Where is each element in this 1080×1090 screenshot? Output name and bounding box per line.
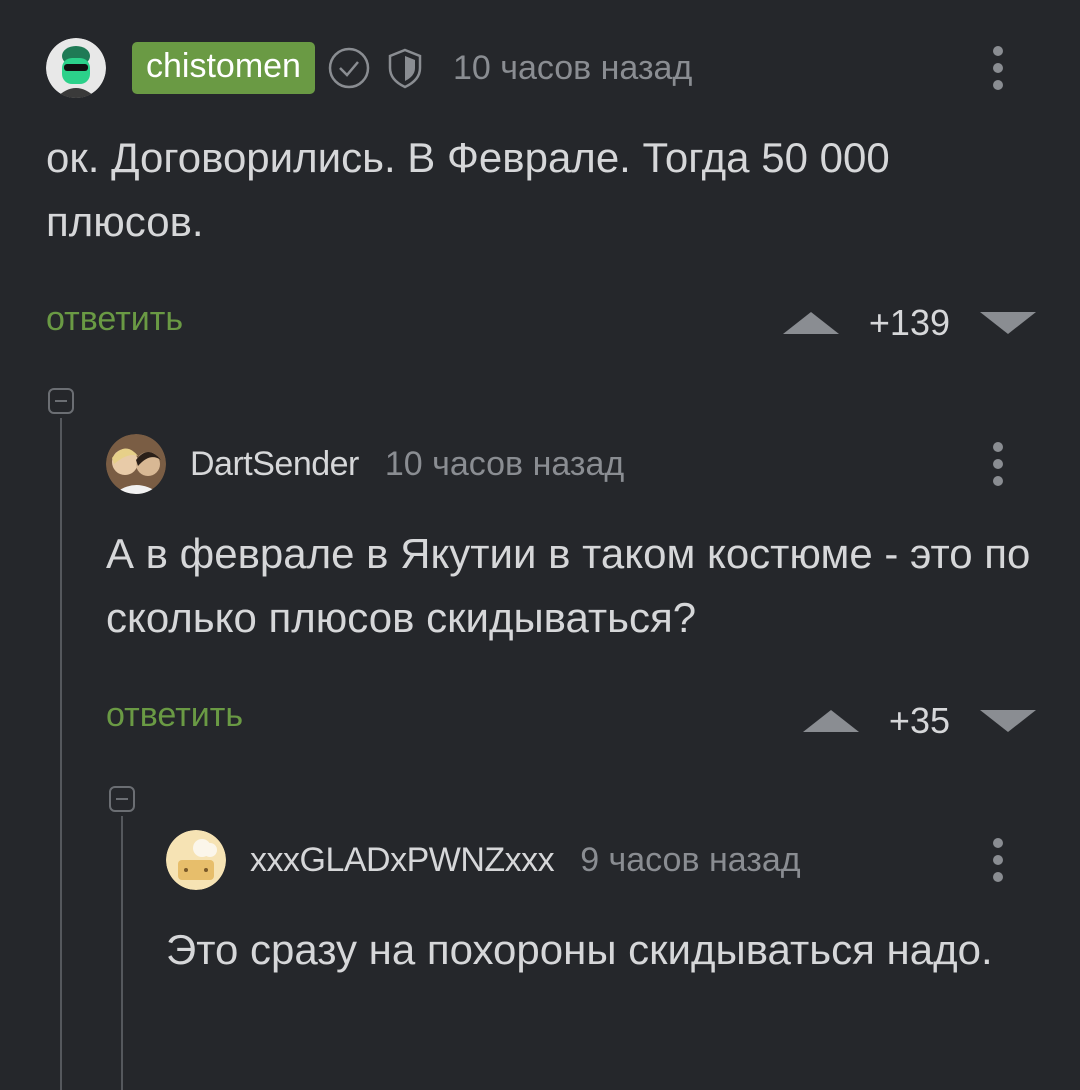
username-badge[interactable]: chistomen	[132, 42, 315, 94]
thread-line[interactable]	[60, 418, 62, 1090]
vote-controls: +35	[802, 700, 1036, 742]
avatar[interactable]	[46, 38, 106, 98]
comment-thread: chistomen 10 часов назад ок. Договорилис…	[0, 0, 1080, 1090]
avatar-image	[166, 830, 226, 890]
comment-text: А в феврале в Якутии в таком костюме - э…	[106, 530, 1031, 641]
score: +35	[888, 700, 950, 741]
downvote-icon[interactable]	[980, 312, 1036, 334]
avatar[interactable]	[166, 830, 226, 890]
collapse-thread-button[interactable]	[48, 388, 74, 414]
username[interactable]: xxxGLADxPWNZxxx	[250, 841, 555, 880]
downvote-icon[interactable]	[980, 710, 1036, 732]
collapse-thread-button[interactable]	[109, 786, 135, 812]
shield-icon[interactable]	[383, 46, 427, 90]
timestamp: 10 часов назад	[452, 48, 693, 87]
avatar[interactable]	[106, 434, 166, 494]
more-options-icon[interactable]	[992, 838, 1004, 882]
avatar-image	[46, 38, 106, 98]
reply-link[interactable]: ответить	[106, 696, 243, 735]
username[interactable]: DartSender	[190, 445, 359, 484]
comment-text: Это сразу на похороны скидываться надо.	[166, 926, 993, 973]
upvote-icon[interactable]	[782, 312, 839, 334]
avatar-image	[106, 434, 166, 494]
thread-line[interactable]	[121, 816, 123, 1090]
upvote-icon[interactable]	[802, 710, 859, 732]
verified-check-icon[interactable]	[327, 46, 371, 90]
timestamp: 9 часов назад	[580, 840, 801, 879]
vote-controls: +139	[782, 302, 1036, 344]
reply-link[interactable]: ответить	[46, 300, 183, 339]
timestamp: 10 часов назад	[384, 444, 625, 483]
comment-text: ок. Договорились. В Феврале. Тогда 50 00…	[46, 134, 890, 245]
more-options-icon[interactable]	[992, 46, 1004, 90]
more-options-icon[interactable]	[992, 442, 1004, 486]
score: +139	[868, 302, 950, 343]
